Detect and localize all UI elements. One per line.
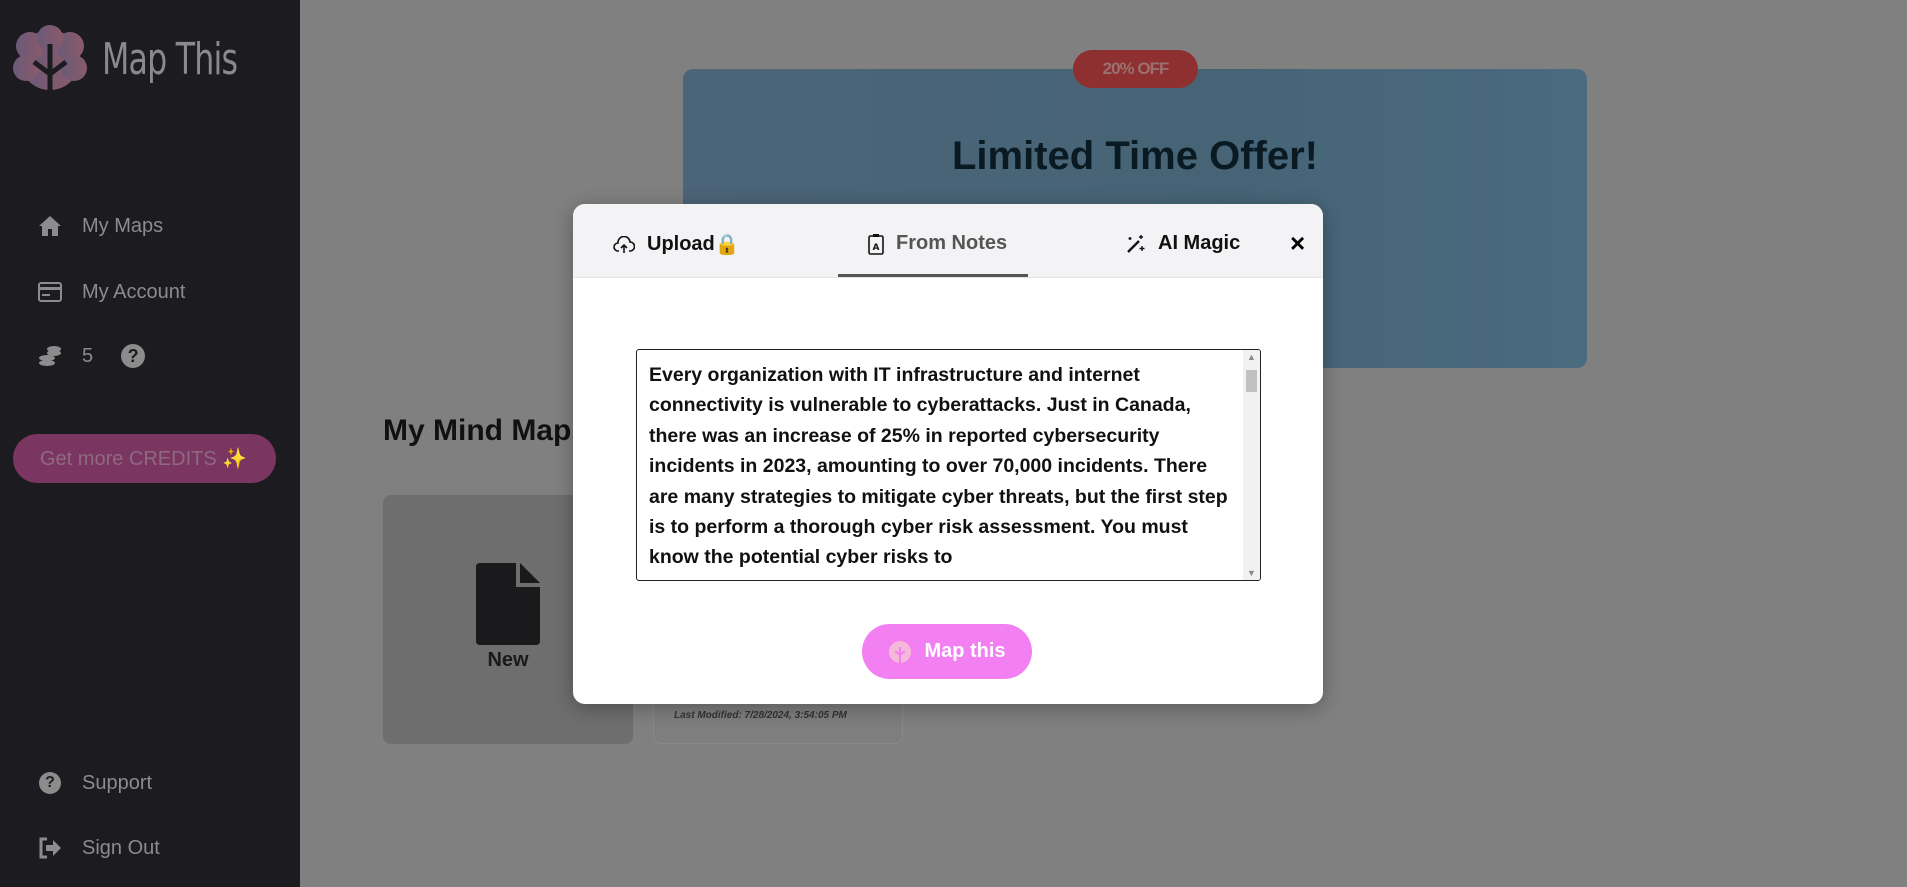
modal-tabs: Upload 🔒 A From Notes AI Magic × bbox=[573, 204, 1323, 278]
close-icon[interactable]: × bbox=[1290, 228, 1305, 259]
tab-label: Upload bbox=[647, 233, 715, 255]
map-this-button[interactable]: Map this bbox=[862, 624, 1032, 679]
promo-title: Limited Time Offer! bbox=[952, 134, 1318, 178]
tab-label: From Notes bbox=[896, 232, 1008, 254]
sidebar-item-my-account[interactable]: My Account bbox=[38, 280, 185, 304]
sign-out-icon bbox=[38, 836, 62, 860]
scrollbar-thumb[interactable] bbox=[1246, 370, 1257, 392]
clipboard-icon: A bbox=[868, 233, 884, 255]
sidebar: Map This My Maps My Account 5 ? Get more… bbox=[0, 0, 300, 887]
svg-text:A: A bbox=[873, 243, 880, 253]
sidebar-item-support[interactable]: ? Support bbox=[38, 771, 152, 795]
notes-text: Every organization with IT infrastructur… bbox=[649, 364, 1234, 569]
file-icon bbox=[476, 563, 540, 645]
map-this-label: Map this bbox=[924, 640, 1006, 662]
magic-wand-icon bbox=[1126, 234, 1146, 254]
textarea-scrollbar[interactable]: ▲ ▼ bbox=[1243, 350, 1260, 580]
logo-icon bbox=[13, 25, 87, 100]
create-map-modal: Upload 🔒 A From Notes AI Magic × Every o… bbox=[573, 204, 1323, 704]
lock-icon: 🔒 bbox=[714, 234, 740, 256]
scroll-up-icon[interactable]: ▲ bbox=[1247, 352, 1256, 362]
coins-icon bbox=[38, 344, 62, 368]
sidebar-item-label: Sign Out bbox=[82, 836, 160, 859]
question-circle-icon[interactable]: ? bbox=[121, 344, 146, 368]
discount-badge: 20% OFF bbox=[1073, 50, 1198, 88]
get-more-credits-button[interactable]: Get more CREDITS ✨ bbox=[13, 434, 276, 483]
tab-from-notes[interactable]: A From Notes bbox=[868, 232, 1007, 255]
tab-label: AI Magic bbox=[1158, 232, 1241, 254]
notes-textarea[interactable]: Every organization with IT infrastructur… bbox=[636, 349, 1261, 581]
logo-icon bbox=[889, 640, 912, 664]
active-tab-indicator bbox=[838, 274, 1028, 277]
home-icon bbox=[38, 214, 62, 238]
sidebar-item-label: Support bbox=[82, 771, 153, 794]
sidebar-item-label: My Account bbox=[82, 280, 186, 303]
question-circle-icon: ? bbox=[38, 771, 62, 795]
tab-ai-magic[interactable]: AI Magic bbox=[1126, 232, 1240, 255]
credit-card-icon bbox=[38, 280, 62, 304]
sidebar-item-label: My Maps bbox=[82, 214, 164, 237]
scroll-down-icon[interactable]: ▼ bbox=[1247, 568, 1256, 578]
credits-display: 5 ? bbox=[38, 344, 146, 368]
last-modified: Last Modified: 7/28/2024, 3:54:05 PM bbox=[674, 710, 847, 721]
sidebar-item-sign-out[interactable]: Sign Out bbox=[38, 836, 160, 860]
sidebar-item-my-maps[interactable]: My Maps bbox=[38, 214, 163, 238]
credits-count: 5 bbox=[82, 344, 94, 367]
page-title: My Mind Maps bbox=[383, 414, 589, 447]
cloud-upload-icon bbox=[613, 235, 635, 254]
brand-name: Map This bbox=[102, 34, 238, 85]
tab-upload[interactable]: Upload 🔒 bbox=[613, 232, 740, 257]
